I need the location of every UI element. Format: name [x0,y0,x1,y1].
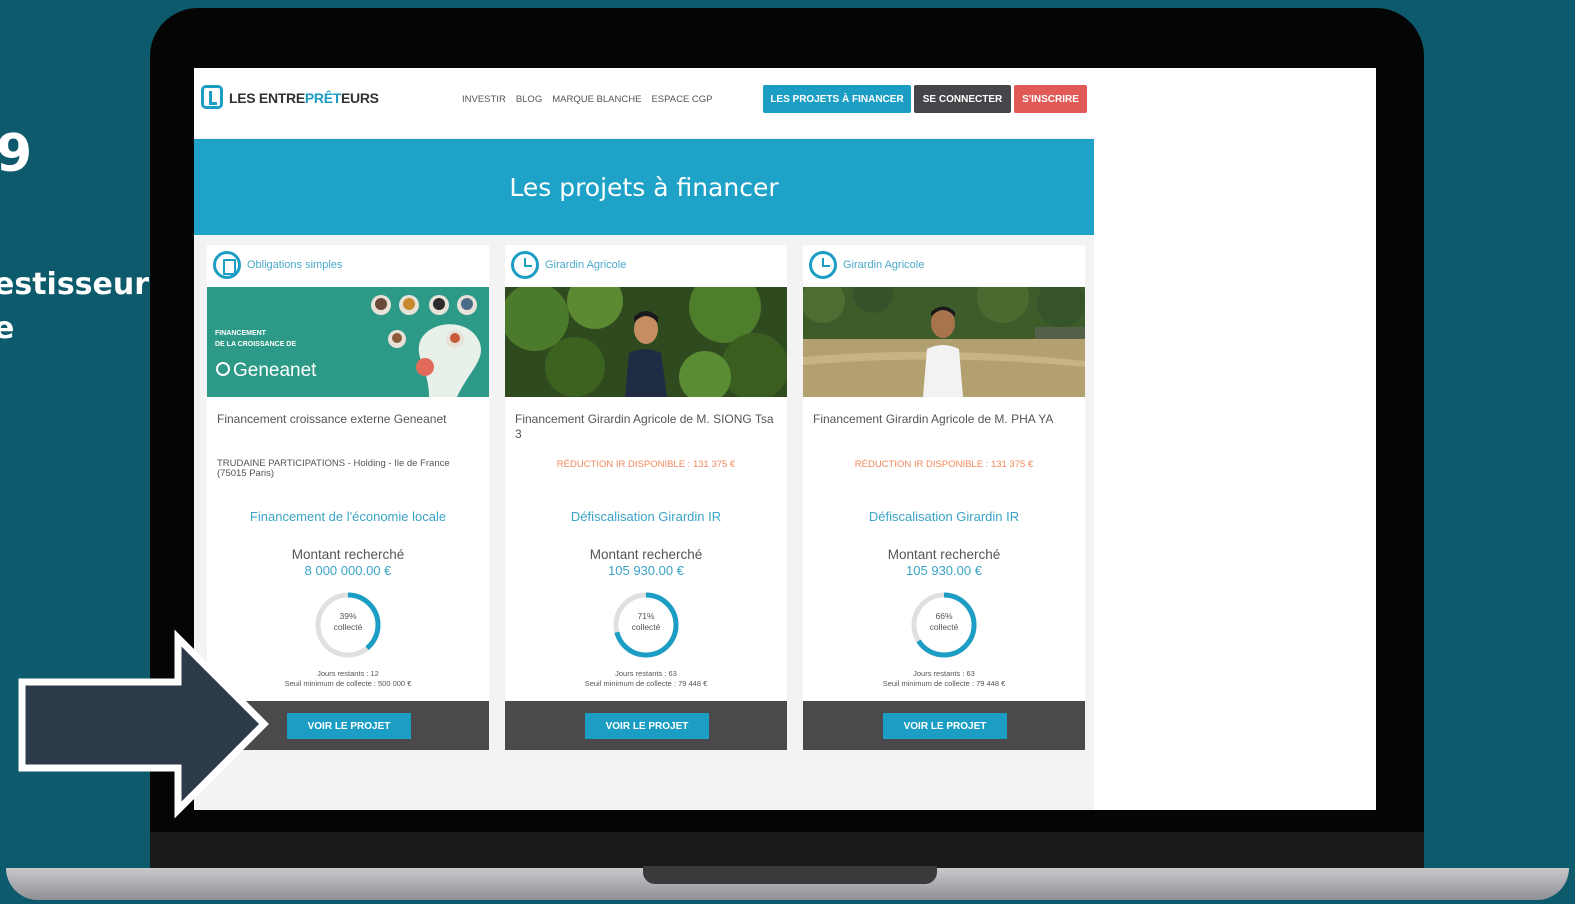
min-threshold: Seuil minimum de collecte : 500 000 € [284,679,412,688]
project-category: Girardin Agricole [511,250,626,280]
logo-text-part1: LES ENTRE [229,90,305,106]
days-left: Jours restants : 63 [913,669,975,678]
project-title[interactable]: Financement Girardin Agricole de M. SION… [515,412,777,442]
slide-text-line-2: e [0,311,15,346]
amount-label: Montant recherché [887,547,1001,562]
clock-icon [511,251,539,279]
progress-label: 71% collecté [611,611,681,633]
progress-label: 39% collecté [313,611,383,633]
project-type: Financement de l'économie locale [249,509,447,524]
project-company: TRUDAINE PARTICIPATIONS - Holding - Ile … [217,458,450,479]
project-image[interactable] [505,287,787,397]
svg-text:DE LA CROISSANCE DE: DE LA CROISSANCE DE [215,341,296,348]
page-title: Les projets à financer [509,172,779,202]
clock-icon [809,251,837,279]
project-stats: Jours restants : 63 Seuil minimum de coll… [803,669,1085,689]
nav-blog[interactable]: BLOG [516,94,542,105]
card-footer-bar: VOIR LE PROJET [803,701,1085,750]
project-category: Obligations simples [213,250,342,280]
min-threshold: Seuil minimum de collecte : 79 448 € [882,679,1006,688]
tax-reduction: RÉDUCTION IR DISPONIBLE : 131 375 € [556,459,736,470]
svg-text:FINANCEMENT: FINANCEMENT [215,330,267,337]
nav-marque-blanche[interactable]: MARQUE BLANCHE [552,94,641,105]
logo-icon[interactable] [201,85,223,109]
nav-espace-cgp[interactable]: ESPACE CGP [651,94,712,105]
tax-reduction: RÉDUCTION IR DISPONIBLE : 131 375 € [854,459,1034,470]
slide-step-number: 9 [0,124,33,184]
progress-percent: 39% [339,611,357,621]
site-header: LES ENTREPRÊTEURS INVESTIR BLOG MARQUE B… [194,68,1094,138]
document-icon [213,251,241,279]
min-threshold: Seuil minimum de collecte : 79 448 € [584,679,708,688]
project-title[interactable]: Financement Girardin Agricole de M. PHA … [813,412,1075,427]
amount-value: 105 930.00 € [608,563,684,578]
svg-text:Geneanet: Geneanet [233,360,317,381]
progress-percent: 71% [637,611,655,621]
progress-percent: 66% [935,611,953,621]
project-type: Défiscalisation Girardin IR [868,509,1020,524]
project-card[interactable]: Girardin Agricole Financement Girardin A… [803,245,1085,750]
nav-investir[interactable]: INVESTIR [462,94,506,105]
category-label: Girardin Agricole [843,259,925,271]
project-image[interactable]: FINANCEMENT DE LA CROISSANCE DE Geneanet [207,287,489,397]
project-type: Défiscalisation Girardin IR [570,509,722,524]
view-project-button[interactable]: VOIR LE PROJET [287,713,411,739]
logo-text[interactable]: LES ENTREPRÊTEURS [229,90,379,106]
days-left: Jours restants : 63 [615,669,677,678]
laptop-notch [643,866,937,884]
pointer-arrow-icon [18,629,269,819]
project-category: Girardin Agricole [809,250,924,280]
slide-text-line-1: estisseur [0,267,150,302]
days-left: Jours restants : 12 [317,669,379,678]
view-project-button[interactable]: VOIR LE PROJET [883,713,1007,739]
page-banner: Les projets à financer [194,139,1094,235]
view-project-button[interactable]: VOIR LE PROJET [585,713,709,739]
card-footer-bar: VOIR LE PROJET [505,701,787,750]
signup-button[interactable]: S'INSCRIRE [1014,85,1087,113]
website: LES ENTREPRÊTEURS INVESTIR BLOG MARQUE B… [194,68,1094,810]
category-label: Girardin Agricole [545,259,627,271]
progress-collected: collecté [929,622,959,632]
amount-value: 8 000 000.00 € [304,563,392,578]
amount-label: Montant recherché [291,547,405,562]
laptop-screen: LES ENTREPRÊTEURS INVESTIR BLOG MARQUE B… [194,68,1376,810]
amount-label: Montant recherché [589,547,703,562]
amount-value: 105 930.00 € [906,563,982,578]
login-button[interactable]: SE CONNECTER [914,85,1011,113]
logo-text-accent: PRÊT [304,90,342,106]
progress-collected: collecté [333,622,363,632]
main-nav: INVESTIR BLOG MARQUE BLANCHE ESPACE CGP [462,94,713,105]
progress-label: 66% collecté [909,611,979,633]
progress-collected: collecté [631,622,661,632]
logo-text-part2: EURS [341,90,379,106]
project-image[interactable] [803,287,1085,397]
category-label: Obligations simples [247,259,343,271]
project-stats: Jours restants : 63 Seuil minimum de coll… [505,669,787,689]
projects-button[interactable]: LES PROJETS À FINANCER [763,85,911,113]
project-title[interactable]: Financement croissance externe Geneanet [217,412,479,427]
project-card[interactable]: Girardin Agricole Financement Girardin A… [505,245,787,750]
